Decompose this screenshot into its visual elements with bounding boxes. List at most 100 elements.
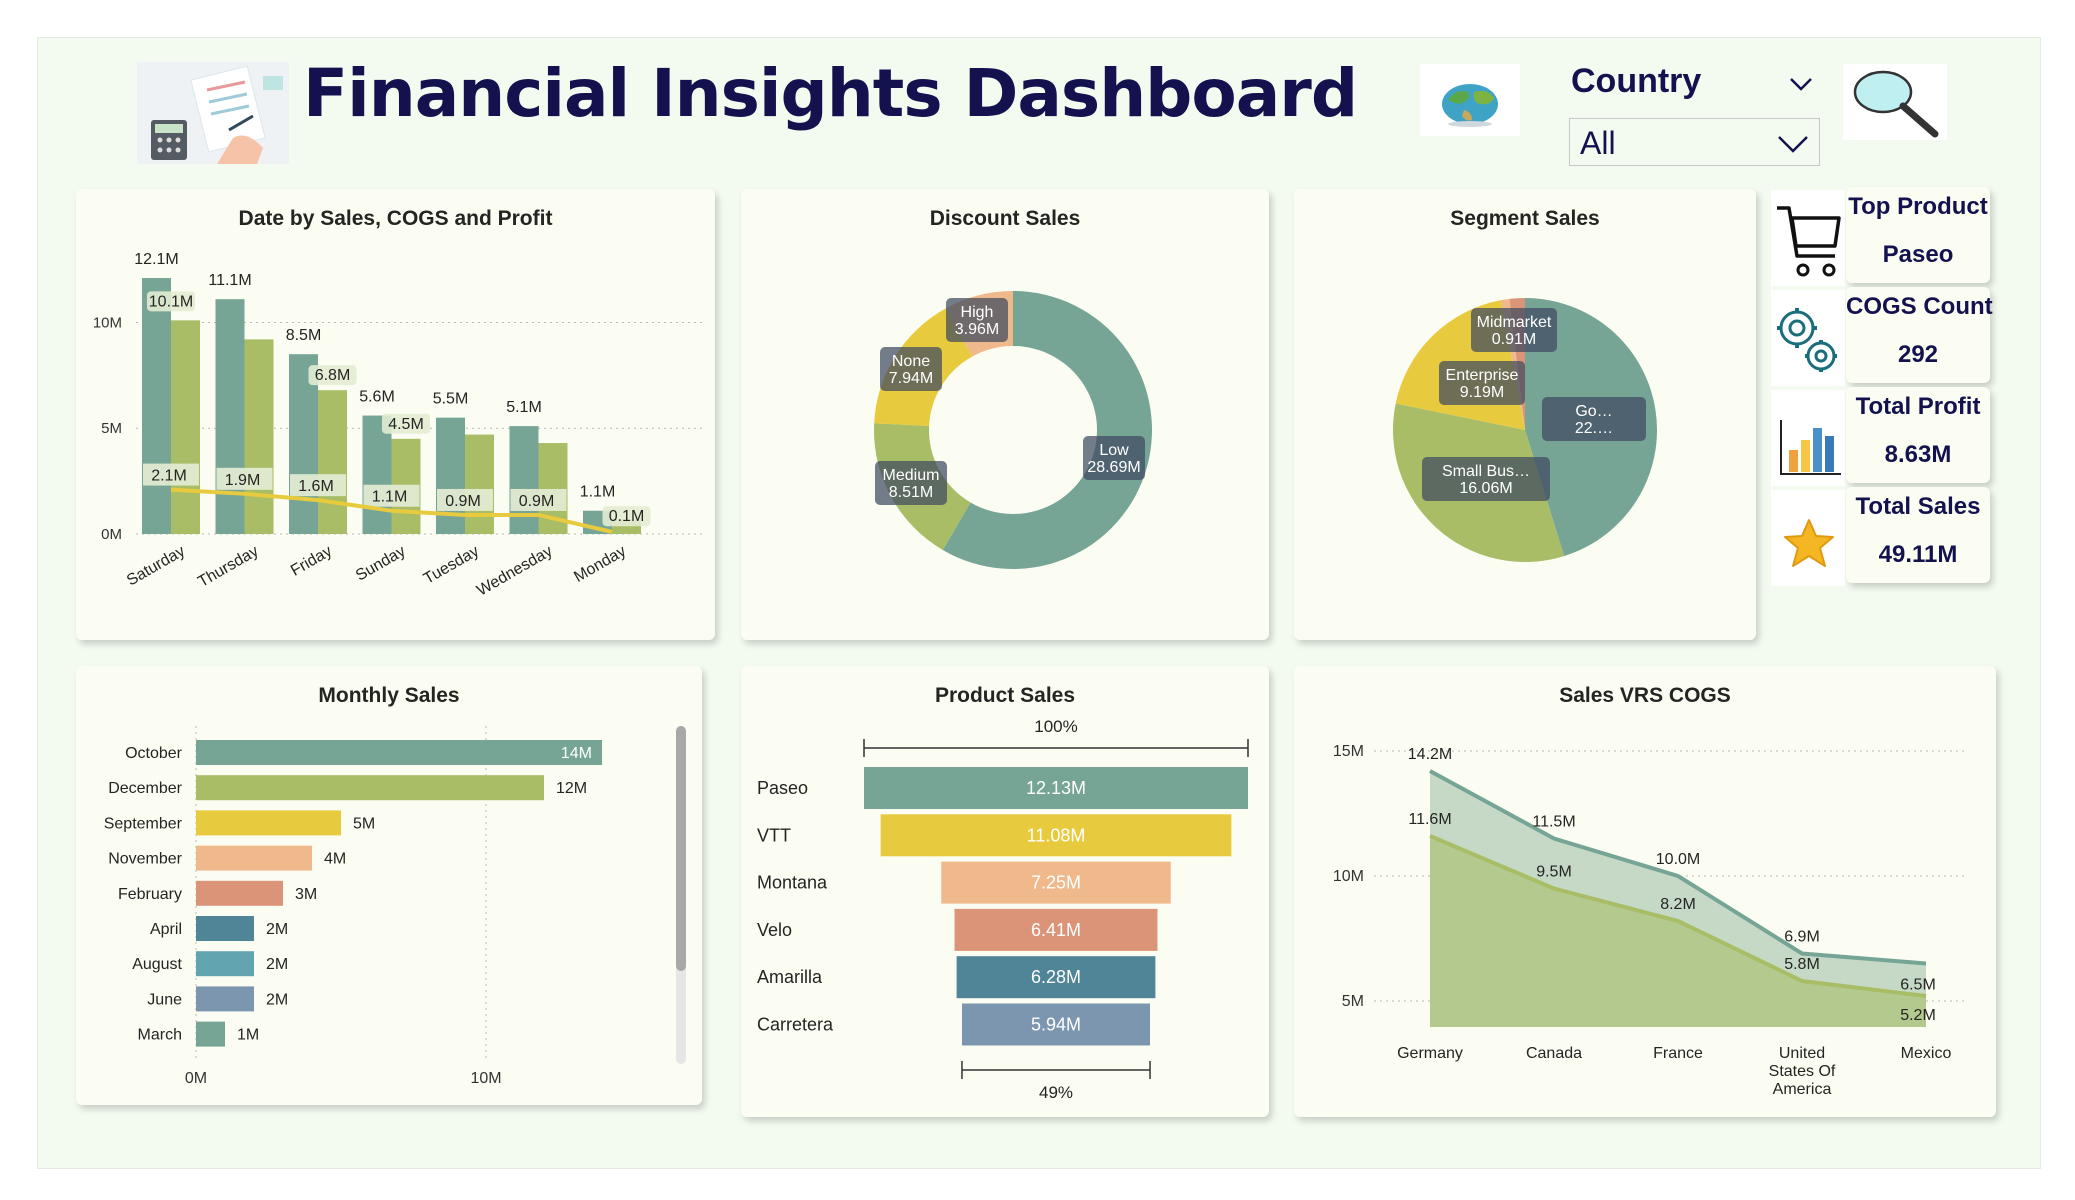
sales-data-label: 12.1M — [134, 251, 178, 268]
kpi-total-profit-label: Total Profit — [1855, 393, 1981, 420]
sales-data-label: 14.2M — [1408, 746, 1452, 763]
profit-data-label: 1.6M — [298, 478, 334, 495]
monthly-sales-chart: 0M 10M October 14M December 12M September 5M Nov… — [104, 726, 602, 1087]
country-slicer-label: Country — [1571, 62, 1702, 100]
donut-label-name: None — [892, 353, 930, 370]
category-label: June — [147, 991, 182, 1008]
month-bar — [196, 775, 544, 801]
x-tick-label: Wednesday — [474, 543, 555, 600]
sales-data-label: 8.5M — [286, 327, 322, 344]
sales-bar — [215, 299, 245, 534]
pie-label-value: 16.06M — [1459, 480, 1512, 497]
kpi-total-sales-value: 49.11M — [1878, 541, 1958, 568]
finance-illustration-image — [137, 62, 289, 164]
donut-label-value: 8.51M — [889, 484, 933, 501]
x-tick-label: United — [1779, 1045, 1825, 1062]
profit-data-label: 0.9M — [519, 493, 555, 510]
sales-bar — [509, 426, 539, 534]
pie-label-value: 0.91M — [1492, 331, 1536, 348]
y-tick-label: 15M — [1333, 743, 1364, 760]
y-tick-label: 0M — [101, 526, 122, 543]
sales-data-label: 6.9M — [1784, 929, 1820, 946]
donut-label-name: Medium — [883, 467, 940, 484]
x-tick-label: America — [1773, 1081, 1832, 1098]
cogs-data-label: 6.8M — [315, 367, 351, 384]
category-label: Montana — [757, 873, 828, 893]
x-tick-label: Germany — [1397, 1045, 1463, 1062]
category-label: Paseo — [757, 778, 808, 798]
bar-data-label: 1M — [237, 1027, 259, 1044]
shopping-cart-icon — [1771, 190, 1845, 286]
category-label: VTT — [757, 825, 791, 845]
kpi-total-profit-value: 8.63M — [1884, 441, 1952, 468]
sales-bar — [142, 278, 171, 534]
x-tick-label: France — [1653, 1045, 1703, 1062]
pie-label-name: Midmarket — [1477, 314, 1552, 331]
pie-label-name: Small Bus… — [1442, 463, 1530, 480]
x-tick-label: Thursday — [195, 543, 261, 591]
category-label: Amarilla — [757, 967, 823, 987]
month-bar — [196, 810, 341, 836]
kpi-total-profit: Total Profit 8.63M — [1846, 387, 1990, 483]
bar-data-label: 3M — [295, 886, 317, 903]
funnel-data-label: 6.41M — [1031, 920, 1081, 940]
donut-label-name: High — [961, 304, 994, 321]
profit-data-label: 0.9M — [445, 493, 481, 510]
cogs-data-label: 10.1M — [149, 293, 193, 310]
y-tick-label: 10M — [1333, 868, 1364, 885]
donut-label-name: Low — [1099, 442, 1129, 459]
funnel-top-percent: 100% — [1034, 717, 1077, 736]
monthly-sales-scrollbar[interactable] — [676, 726, 686, 1064]
x-tick-label: Monday — [571, 543, 629, 586]
cogs-data-label: 4.5M — [388, 416, 424, 433]
x-tick-label: Friday — [288, 543, 335, 580]
bar-data-label: 5M — [353, 815, 375, 832]
donut-label-value: 3.96M — [955, 321, 999, 338]
monthly-sales-card: Monthly Sales 0M 10M October 14M December 12M… — [76, 666, 702, 1105]
funnel-data-label: 12.13M — [1026, 778, 1086, 798]
monthly-sales-scrollbar-thumb[interactable] — [676, 726, 686, 971]
bar-data-label: 2M — [266, 956, 288, 973]
kpi-top-product-value: Paseo — [1882, 241, 1954, 268]
bar-data-label: 2M — [266, 991, 288, 1008]
cogs-bar — [244, 339, 274, 534]
country-slicer-value: All — [1580, 125, 1616, 161]
sales-data-label: 1.1M — [580, 484, 616, 501]
sales-vs-cogs-chart: 5M 10M 15M 14.2M 11.5M 10.0M 6.9M 6.5M 11.6M 9.5M… — [1333, 743, 1966, 1098]
star-icon — [1771, 490, 1845, 586]
month-bar — [196, 986, 254, 1012]
category-label: February — [118, 886, 182, 903]
month-bar — [196, 740, 602, 765]
globe-icon — [1420, 64, 1520, 136]
dashboard-title: Financial Insights Dashboard — [303, 55, 1358, 132]
country-slicer-dropdown[interactable]: All — [1569, 118, 1820, 166]
bar-data-label: 12M — [556, 780, 587, 797]
magnifier-search-icon[interactable] — [1843, 64, 1947, 140]
sales-data-label: 5.1M — [506, 399, 542, 416]
cogs-data-label: 11.6M — [1408, 811, 1451, 828]
sales-data-label: 11.5M — [1532, 814, 1575, 831]
segment-sales-card: Segment Sales Go… 22.… Small Bus… 16.06M Ent… — [1294, 189, 1756, 640]
cogs-data-label: 5.8M — [1784, 956, 1820, 973]
funnel-data-label: 7.25M — [1031, 873, 1081, 893]
y-tick-label: 10M — [93, 314, 122, 331]
cogs-bar — [465, 434, 494, 534]
category-label: November — [108, 851, 182, 868]
category-label: December — [108, 780, 182, 797]
donut-label-value: 28.69M — [1087, 459, 1140, 476]
x-tick-label: Saturday — [124, 543, 188, 590]
funnel-data-label: 5.94M — [1031, 1015, 1081, 1035]
x-tick-label: Sunday — [353, 543, 408, 585]
category-label: March — [138, 1027, 182, 1044]
country-slicer-collapse-icon[interactable] — [1788, 74, 1814, 94]
pie-label-value: 22.… — [1575, 420, 1613, 437]
chevron-down-icon[interactable] — [1776, 133, 1810, 155]
month-bar — [196, 1021, 225, 1047]
kpi-cogs-count: COGS Count 292 — [1846, 287, 1993, 383]
funnel-data-label: 11.08M — [1027, 825, 1086, 845]
cogs-bar — [318, 390, 347, 534]
sales-vs-cogs-card: Sales VRS COGS 5M 10M 15M 14.2M 11.5M 10.0M 6.… — [1294, 666, 1996, 1117]
gears-icon — [1771, 290, 1845, 386]
x-tick-label: States Of — [1769, 1063, 1836, 1080]
month-bar — [196, 951, 254, 977]
